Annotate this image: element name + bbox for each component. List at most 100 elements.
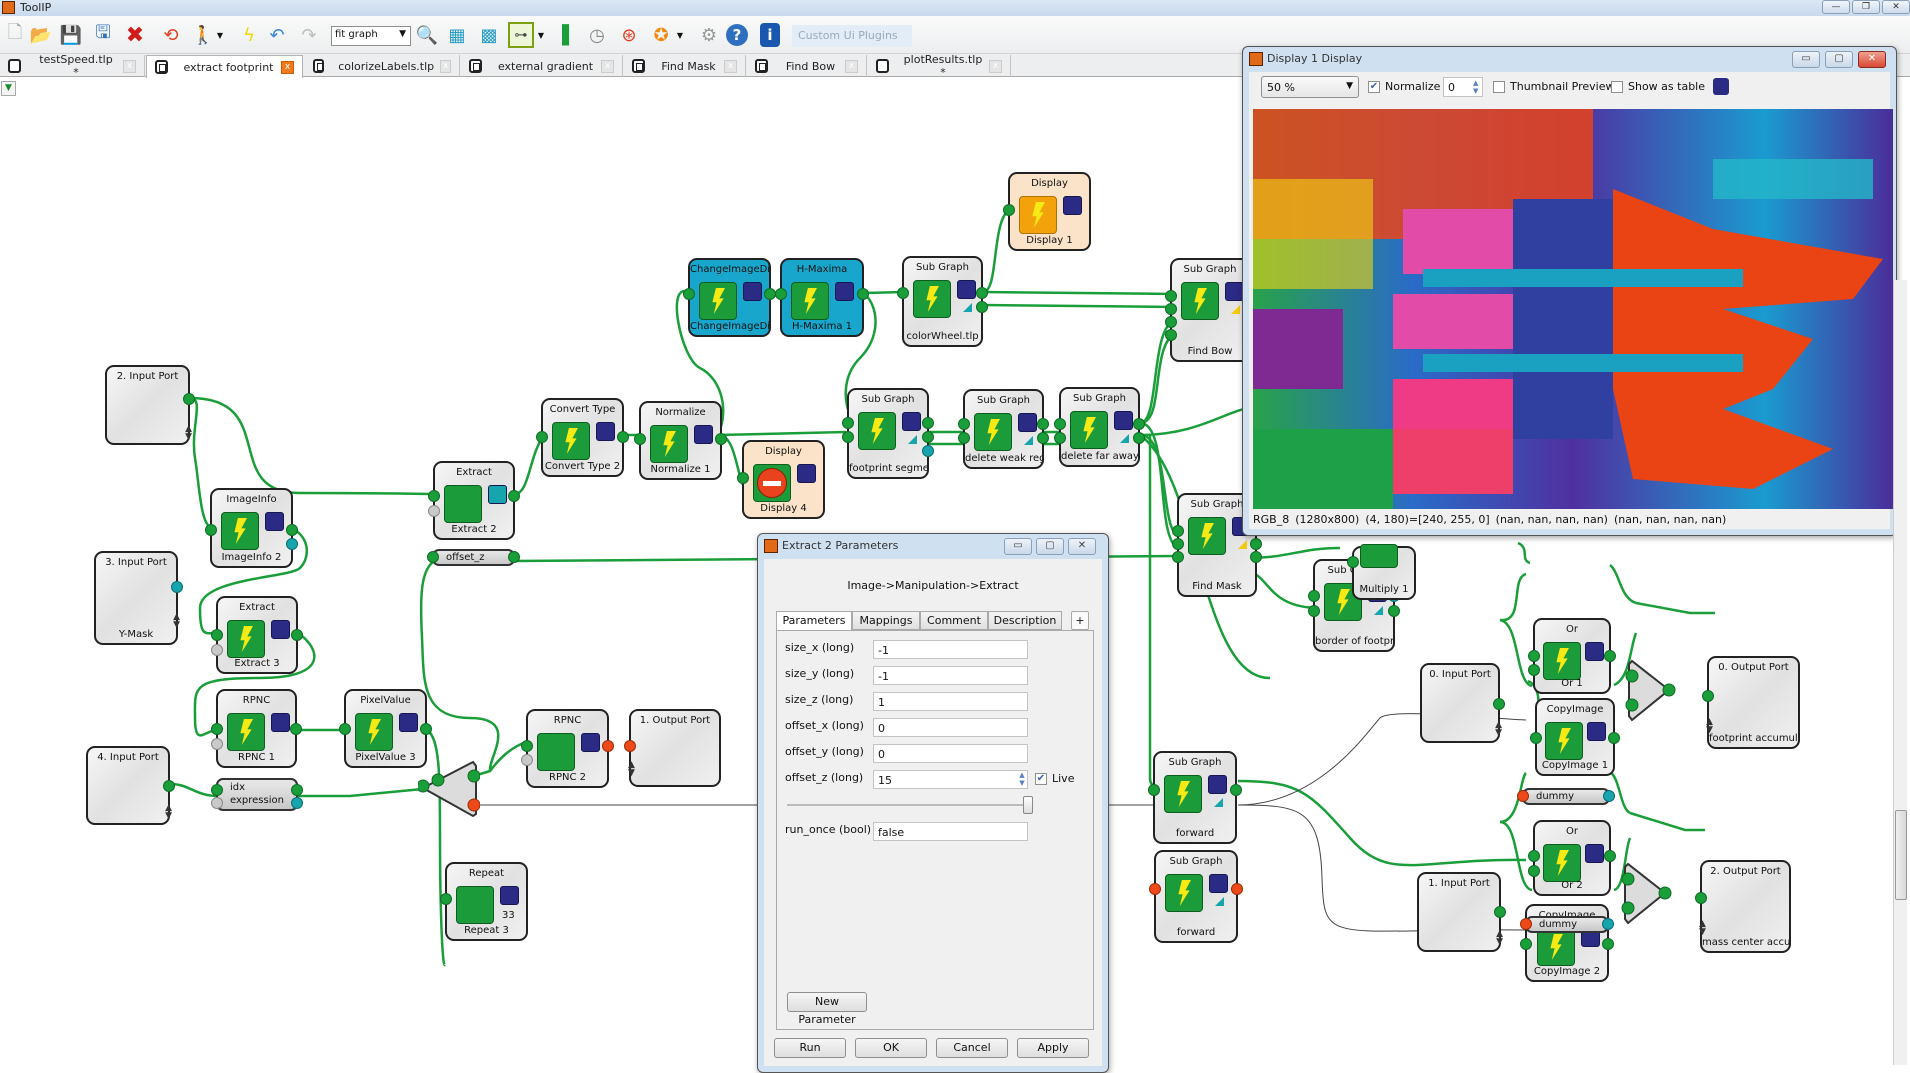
node-or-1[interactable]: Or Or 1 bbox=[1528, 618, 1616, 694]
input-port[interactable] bbox=[634, 433, 646, 445]
merge-node[interactable] bbox=[418, 758, 480, 818]
run-button[interactable]: Run bbox=[774, 1038, 846, 1058]
input-port[interactable] bbox=[1148, 784, 1160, 796]
input-port[interactable] bbox=[1165, 290, 1177, 302]
thumbnail-preview-checkbox[interactable] bbox=[1493, 81, 1505, 93]
input-port[interactable] bbox=[1172, 551, 1184, 563]
close-tab-icon[interactable]: x bbox=[601, 59, 614, 73]
input-port[interactable] bbox=[1165, 329, 1177, 341]
sort-arrows-icon[interactable]: ▲ ▼ bbox=[1706, 718, 1713, 735]
output-port[interactable] bbox=[602, 740, 614, 752]
help-icon[interactable]: ? bbox=[726, 24, 748, 46]
output-port[interactable] bbox=[715, 433, 727, 445]
dialog-minimize-button[interactable]: ▭ bbox=[1792, 51, 1820, 68]
input-port[interactable] bbox=[1517, 790, 1529, 802]
close-tab-icon[interactable]: x bbox=[123, 59, 136, 73]
run-person-icon[interactable]: 🚶 bbox=[190, 22, 216, 48]
input-port[interactable] bbox=[1530, 732, 1542, 744]
node-subgraph-forward-1[interactable]: Sub Graph forward bbox=[1148, 751, 1242, 844]
save-icon[interactable]: 💾 bbox=[58, 22, 84, 48]
run-node-button[interactable] bbox=[1543, 844, 1581, 882]
show-as-table-checkbox[interactable] bbox=[1611, 81, 1623, 93]
run-node-button[interactable] bbox=[552, 422, 590, 460]
input-port[interactable] bbox=[1520, 938, 1532, 950]
output-box[interactable] bbox=[1018, 413, 1037, 432]
input-port[interactable] bbox=[211, 784, 223, 796]
input-port[interactable] bbox=[440, 893, 452, 905]
tab-find-mask[interactable]: Find Mask x bbox=[624, 55, 746, 77]
offset-z-slider-handle[interactable] bbox=[1023, 796, 1033, 814]
delete-icon[interactable]: ✖ bbox=[122, 22, 148, 48]
output-box[interactable] bbox=[1585, 642, 1604, 661]
node-or-2[interactable]: Or Or 2 bbox=[1528, 820, 1616, 896]
sort-arrows-icon[interactable]: ▲ ▼ bbox=[1699, 920, 1706, 937]
info-icon[interactable]: i bbox=[760, 23, 780, 47]
output-port[interactable] bbox=[1608, 732, 1620, 744]
plugin-dropdown-icon[interactable]: ▼ bbox=[674, 22, 686, 48]
node-extract-3[interactable]: Extract Extract 3 bbox=[211, 596, 303, 674]
run-node-button[interactable] bbox=[699, 282, 737, 320]
output-port[interactable] bbox=[1231, 883, 1243, 895]
profile-bar-icon[interactable]: ▌ bbox=[556, 22, 582, 48]
close-tab-icon[interactable]: x bbox=[281, 60, 294, 74]
output-box[interactable] bbox=[835, 282, 854, 301]
input-port[interactable] bbox=[1054, 432, 1066, 444]
output-port[interactable] bbox=[286, 538, 298, 550]
size-y-input[interactable]: -1 bbox=[873, 666, 1028, 685]
run-node-button[interactable] bbox=[858, 412, 896, 450]
cancel-button[interactable]: Cancel bbox=[936, 1038, 1008, 1058]
output-box[interactable] bbox=[596, 422, 615, 441]
input-port[interactable] bbox=[1172, 525, 1184, 537]
run-node-button[interactable] bbox=[1070, 411, 1108, 449]
input-port[interactable] bbox=[1054, 418, 1066, 430]
tab-testspeed[interactable]: testSpeed.tlp * x bbox=[0, 53, 145, 79]
input-port[interactable] bbox=[428, 490, 440, 502]
input-port[interactable] bbox=[842, 417, 854, 429]
output-port[interactable] bbox=[163, 780, 175, 792]
output-port[interactable] bbox=[1602, 938, 1614, 950]
node-output-port-2[interactable]: 2. Output Port ▲▼ mass center accumulato… bbox=[1695, 860, 1791, 953]
input-port[interactable] bbox=[1165, 316, 1177, 328]
input-port[interactable] bbox=[1520, 918, 1532, 930]
node-h-maxima[interactable]: H-Maxima H-Maxima 1 bbox=[775, 258, 869, 337]
dialog-close-button[interactable]: ✕ bbox=[1858, 51, 1886, 68]
save-as-icon[interactable]: 🖫 bbox=[90, 22, 116, 48]
output-port[interactable] bbox=[976, 287, 988, 299]
output-port[interactable] bbox=[617, 431, 629, 443]
input-port[interactable] bbox=[1528, 664, 1540, 676]
input-port[interactable] bbox=[624, 740, 636, 752]
dialog-close-button[interactable]: ✕ bbox=[1068, 538, 1096, 555]
node-input-port-1[interactable]: 1. Input Port ▲ ▼ bbox=[1417, 872, 1506, 952]
output-port[interactable] bbox=[1494, 906, 1506, 918]
output-box[interactable] bbox=[957, 280, 976, 299]
run-node-button[interactable] bbox=[974, 413, 1012, 451]
run-node-button[interactable] bbox=[1019, 196, 1057, 234]
output-box[interactable] bbox=[797, 464, 816, 483]
run-node-button[interactable] bbox=[1188, 517, 1226, 555]
output-box[interactable] bbox=[265, 512, 284, 531]
restore-button[interactable]: ❐ bbox=[1852, 0, 1880, 14]
output-box[interactable] bbox=[1209, 874, 1228, 893]
input-port[interactable] bbox=[339, 723, 351, 735]
node-output-port-1[interactable]: 1. Output Port ▲ ▼ bbox=[624, 709, 721, 787]
input-port[interactable] bbox=[428, 505, 440, 517]
node-display-4[interactable]: Display Display 4 bbox=[737, 440, 825, 519]
input-port[interactable] bbox=[1695, 892, 1707, 904]
output-port[interactable] bbox=[508, 490, 520, 502]
tab-extract-footprint[interactable]: extract footprint x bbox=[146, 55, 303, 78]
offset-z-slider-track[interactable] bbox=[787, 804, 1027, 806]
run-dropdown-icon[interactable]: ▼ bbox=[214, 22, 226, 48]
output-port[interactable] bbox=[1602, 918, 1614, 930]
node-convert-type[interactable]: Convert Type Convert Type 2 bbox=[536, 398, 629, 477]
dialog-maximize-button[interactable]: ▢ bbox=[1036, 538, 1064, 555]
run-node-button[interactable] bbox=[753, 464, 791, 502]
run-node-button[interactable] bbox=[650, 425, 688, 463]
normalize-checkbox[interactable]: ✔ bbox=[1368, 81, 1380, 93]
output-port[interactable] bbox=[922, 417, 934, 429]
dialog-minimize-button[interactable]: ▭ bbox=[1004, 538, 1032, 555]
run-node-button[interactable] bbox=[1543, 642, 1581, 680]
input-port[interactable] bbox=[1308, 605, 1320, 617]
redo-icon[interactable]: ↷ bbox=[296, 22, 322, 48]
run-node-button[interactable] bbox=[1360, 544, 1398, 568]
close-tab-icon[interactable]: x bbox=[989, 59, 1002, 73]
